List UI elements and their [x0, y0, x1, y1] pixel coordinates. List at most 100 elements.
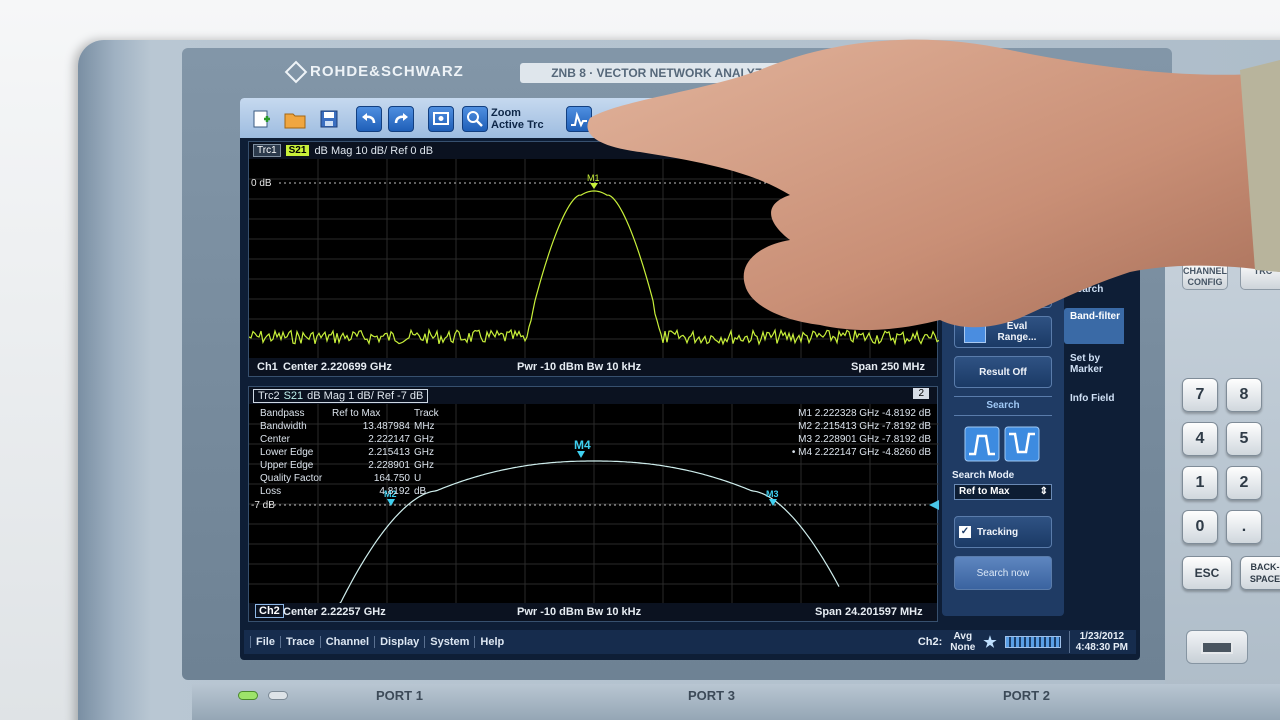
bandfilter-header-cell: Ref to Max — [332, 408, 381, 419]
bandfilter-row: Loss 4.8192 dB — [260, 485, 450, 498]
esc-key[interactable]: ESC — [1182, 556, 1232, 590]
trace2-power: Pwr -10 dBm Bw 10 kHz — [517, 606, 642, 618]
trace1-channel: Ch1 — [257, 361, 278, 373]
numkey-7[interactable]: 7 — [1182, 378, 1218, 412]
trace1-param[interactable]: S21 — [285, 145, 310, 156]
bandfilter-cell: GHz — [414, 460, 434, 471]
photo-stage: ROHDE&SCHWARZ ZNB 8 · VECTOR NETWORK ANA… — [0, 0, 1280, 720]
numkey-2[interactable]: 2 — [1226, 466, 1262, 500]
bandfilter-cell: 13.487984 — [362, 421, 410, 432]
diagram-1[interactable]: Trc1 S21 dB Mag 10 dB/ Ref 0 dB 0 dB M1 C… — [248, 141, 940, 377]
open-button[interactable] — [282, 106, 308, 132]
trace1-center[interactable]: Center 2.220699 GHz — [283, 361, 392, 373]
date-time: 1/23/2012 4:48:30 PM — [1068, 631, 1128, 653]
marker-row[interactable]: M3 2.228901 GHz -7.8192 dB — [792, 433, 931, 446]
trace2-header: Trc2 S21 dB Mag 1 dB/ Ref -7 dB 2 — [249, 387, 937, 404]
usb-icon — [1201, 641, 1233, 654]
tab-target-search[interactable]: Target Search — [1064, 270, 1124, 306]
backspace-key[interactable]: BACK-SPACE — [1240, 556, 1280, 590]
tracking-toggle[interactable]: ✓ Tracking — [954, 516, 1052, 548]
marker-row[interactable]: M2 2.215413 GHz -7.8192 dB — [792, 420, 931, 433]
search-mode-value: Ref to Max — [959, 486, 1010, 497]
search-direction-buttons — [964, 426, 1040, 462]
marker-info: M1 2.222328 GHz -4.8192 dB M2 2.215413 GH… — [792, 407, 931, 459]
trace1-tag[interactable]: Trc1 — [253, 144, 281, 157]
diagram-number[interactable]: 2 — [913, 388, 929, 399]
channel-config-key[interactable]: CHANNEL CONFIG — [1182, 262, 1228, 290]
new-setup-button[interactable] — [248, 106, 274, 132]
status-area: Ch2: Avg None ★ 1/23/2012 4:48:30 PM — [918, 630, 1128, 654]
numkey-1[interactable]: 1 — [1182, 466, 1218, 500]
numkey-5[interactable]: 5 — [1226, 422, 1262, 456]
new-file-icon — [253, 110, 270, 128]
tab-bandfilter[interactable]: Band-filter — [1064, 308, 1124, 344]
menu-display[interactable]: Display — [375, 636, 426, 648]
usb-port — [1186, 630, 1248, 664]
vna-screen: Zoom Active Trc Trc1 S21 dB Mag 10 dB/ Re… — [240, 98, 1140, 660]
bandfilter-info: Bandpass Ref to Max Track Bandwidth 13.48798… — [260, 407, 450, 498]
toolbar: Zoom Active Trc — [240, 98, 1140, 138]
standby-led — [268, 691, 288, 700]
trace2-span[interactable]: Span 24.201597 MHz — [815, 606, 923, 618]
zoom-label: Zoom Active Trc — [491, 107, 544, 131]
bandfilter-cell: GHz — [414, 447, 434, 458]
eval-range-icon — [964, 321, 986, 343]
bandfilter-cell: 2.228901 — [368, 460, 410, 471]
marker-row[interactable]: M1 2.222328 GHz -4.8192 dB — [792, 407, 931, 420]
zoom-label-line1: Zoom — [491, 107, 521, 119]
marker-m1-label: M1 — [587, 173, 600, 183]
trace-math-button[interactable] — [566, 106, 592, 132]
bandfilter-cell: Lower Edge — [260, 447, 314, 458]
softkey-eval-range[interactable]: Eval Range... — [954, 316, 1052, 348]
bandfilter-cell: 4.8192 — [379, 486, 410, 497]
bandfilter-header-cell: Track — [414, 408, 439, 419]
brand-name: ROHDE&SCHWARZ — [310, 63, 464, 80]
softkey-max[interactable]: Max — [986, 276, 1052, 308]
undo-button[interactable] — [356, 106, 382, 132]
search-mode-label: Search Mode — [952, 470, 1015, 481]
numkey-4[interactable]: 4 — [1182, 422, 1218, 456]
numkey-dot[interactable]: . — [1226, 510, 1262, 544]
save-button[interactable] — [316, 106, 342, 132]
bandfilter-cell: 2.215413 — [368, 447, 410, 458]
menu-file[interactable]: File — [250, 636, 281, 648]
menu-trace[interactable]: Trace — [281, 636, 321, 648]
reference-label: -7 dB — [251, 500, 275, 511]
trace2-param[interactable]: S21 — [284, 390, 304, 402]
eval-range-label: Eval Range... — [997, 321, 1037, 343]
menu-system[interactable]: System — [425, 636, 476, 648]
marker-label: M3 — [766, 489, 779, 499]
numkey-0[interactable]: 0 — [1182, 510, 1218, 544]
search-left-icon[interactable] — [964, 426, 1000, 462]
trace2-format: dB Mag 1 dB/ Ref -7 dB — [307, 389, 424, 402]
avg-label: Avg — [953, 631, 973, 642]
bandfilter-row: Quality Factor 164.750 U — [260, 472, 450, 485]
menu-help[interactable]: Help — [475, 636, 509, 648]
bandfilter-cell: Bandwidth — [260, 421, 307, 432]
menu-channel[interactable]: Channel — [321, 636, 376, 648]
marker-label: M4 — [574, 438, 591, 452]
ref-pointer-icon — [929, 500, 939, 510]
bandfilter-cell: Quality Factor — [260, 473, 323, 484]
trace2-tag[interactable]: Trc2 — [258, 390, 280, 402]
trace-key[interactable]: TRC — [1240, 262, 1280, 290]
tab-set-by-marker[interactable]: Set by Marker — [1064, 350, 1124, 386]
screenshot-button[interactable] — [428, 106, 454, 132]
trace1-span[interactable]: Span 250 MHz — [851, 361, 925, 373]
bandfilter-cell: 2.222147 — [368, 434, 410, 445]
tab-info-field[interactable]: Info Field — [1064, 390, 1124, 426]
search-now-button[interactable]: Search now — [954, 556, 1052, 590]
softkey-result-off[interactable]: Result Off — [954, 356, 1052, 388]
search-right-icon[interactable] — [1004, 426, 1040, 462]
marker-row[interactable]: • M4 2.222147 GHz -4.8260 dB — [792, 446, 931, 459]
diagram-2[interactable]: Trc2 S21 dB Mag 1 dB/ Ref -7 dB 2 -7 dB M… — [248, 386, 939, 622]
status-avg[interactable]: Avg None — [950, 631, 975, 653]
trace2-footer: Ch2 Center 2.22257 GHz Pwr -10 dBm Bw 10… — [249, 603, 937, 621]
bandfilter-cell: dB — [414, 486, 427, 497]
redo-button[interactable] — [388, 106, 414, 132]
trace1-plot[interactable]: 0 dB M1 — [248, 159, 940, 359]
zoom-active-trace-button[interactable]: Zoom Active Trc — [462, 105, 544, 133]
trace2-center[interactable]: Center 2.22257 GHz — [283, 606, 386, 618]
search-mode-select[interactable]: Ref to Max ⇕ — [954, 484, 1052, 500]
numkey-8[interactable]: 8 — [1226, 378, 1262, 412]
